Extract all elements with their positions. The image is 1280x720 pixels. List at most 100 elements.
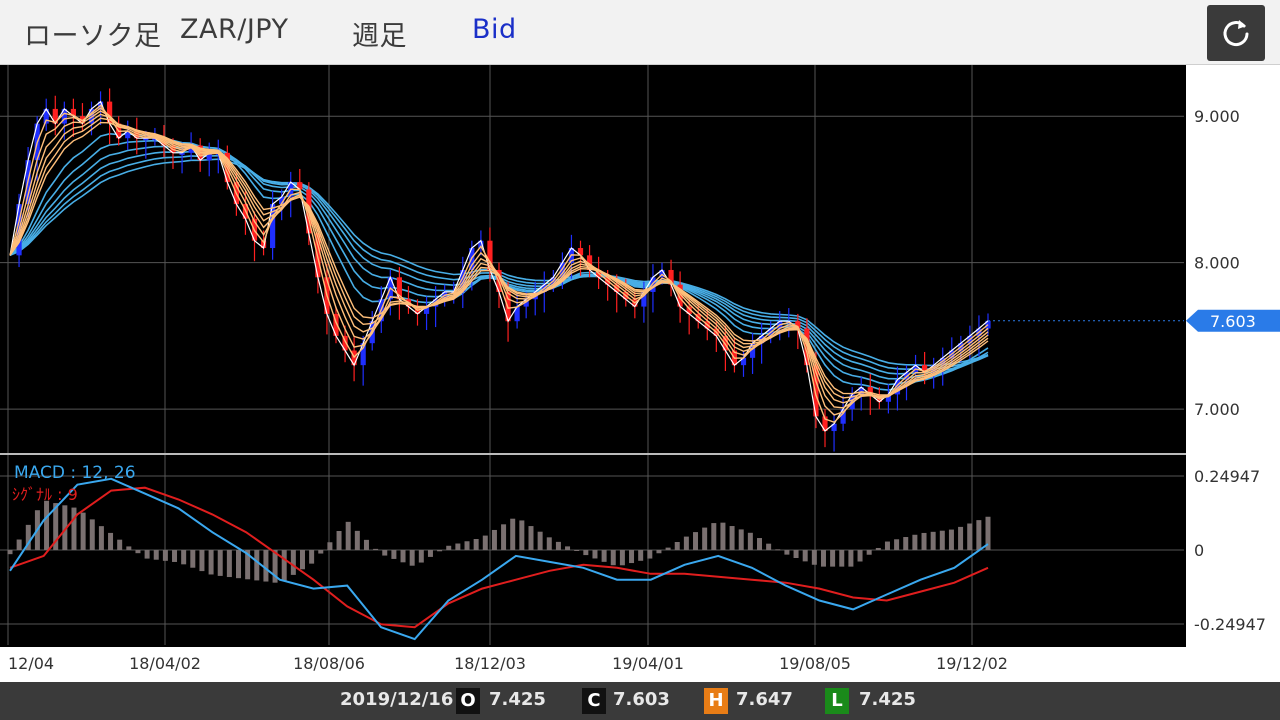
low-badge: L — [825, 688, 849, 714]
macd-tick-label: 0 — [1194, 541, 1204, 560]
macd-histogram-bar — [336, 531, 342, 550]
time-tick-label: 19/04/01 — [612, 654, 684, 673]
macd-histogram-bar — [519, 520, 525, 550]
macd-histogram-bar — [281, 550, 287, 581]
macd-histogram-bar — [693, 532, 699, 550]
macd-histogram-bar — [683, 536, 689, 550]
macd-histogram-bar — [345, 521, 351, 550]
ohlc-date: 2019/12/16 — [340, 689, 454, 710]
macd-histogram-bar — [747, 532, 753, 550]
macd-histogram-bar — [601, 550, 607, 562]
period-selector[interactable]: 週足 — [352, 14, 407, 53]
macd-histogram-bar — [848, 550, 854, 567]
macd-histogram-bar — [208, 550, 214, 575]
macd-histogram-bar — [181, 550, 187, 565]
close-value: 7.603 — [613, 689, 670, 710]
macd-histogram-bar — [820, 550, 826, 567]
macd-histogram-bar — [16, 539, 22, 550]
current-price-tag: 7.603 — [1186, 309, 1280, 332]
macd-histogram-bar — [153, 550, 159, 560]
time-tick-label: 18/12/03 — [454, 654, 526, 673]
macd-histogram-bar — [903, 537, 909, 550]
macd-histogram-bar — [811, 550, 817, 565]
refresh-icon — [1223, 20, 1249, 47]
currency-pair-selector[interactable]: ZAR/JPY — [180, 14, 288, 45]
macd-histogram-bar — [217, 550, 223, 576]
price-tick-label: 8.000 — [1194, 254, 1240, 273]
macd-histogram-bar — [738, 529, 744, 550]
price-tick-label: 7.000 — [1194, 400, 1240, 419]
macd-histogram-bar — [528, 526, 534, 550]
macd-histogram-bar — [455, 543, 461, 550]
macd-histogram-bar — [510, 518, 516, 550]
macd-histogram-bar — [702, 527, 708, 550]
macd-histogram-bar — [629, 550, 635, 564]
macd-histogram-bar — [400, 550, 406, 563]
macd-histogram-bar — [756, 538, 762, 550]
macd-histogram-bar — [482, 535, 488, 550]
chart-type-selector[interactable]: ローソク足 — [24, 14, 162, 53]
macd-histogram-bar — [418, 550, 424, 563]
macd-histogram-bar — [784, 550, 790, 555]
macd-histogram-bar — [939, 530, 945, 550]
macd-histogram-bar — [656, 550, 662, 554]
macd-histogram-bar — [592, 550, 598, 559]
macd-histogram-bar — [638, 550, 644, 561]
refresh-button[interactable] — [1207, 5, 1265, 61]
macd-histogram-bar — [912, 534, 918, 550]
macd-histogram-bar — [665, 547, 671, 550]
macd-histogram-bar — [162, 550, 168, 561]
macd-histogram-bar — [108, 532, 114, 550]
macd-histogram-bar — [382, 550, 388, 556]
macd-histogram-bar — [354, 530, 360, 550]
macd-histogram-bar — [766, 543, 772, 550]
macd-histogram-bar — [555, 541, 561, 550]
macd-histogram-bar — [574, 550, 580, 551]
macd-histogram-bar — [729, 526, 735, 550]
macd-histogram-bar — [299, 550, 305, 570]
macd-tick-label: -0.24947 — [1194, 615, 1266, 634]
macd-histogram-bar — [948, 529, 954, 550]
macd-histogram-bar — [839, 550, 845, 567]
macd-histogram-bar — [199, 550, 205, 572]
time-tick-label: 19/12/02 — [936, 654, 1008, 673]
high-value: 7.647 — [736, 689, 793, 710]
macd-histogram-bar — [884, 541, 890, 550]
macd-histogram-bar — [236, 550, 242, 579]
chart-header: ローソク足 ZAR/JPY 週足 Bid — [0, 0, 1280, 65]
macd-histogram-bar — [290, 550, 296, 575]
macd-histogram-bar — [226, 550, 232, 578]
bid-ask-selector[interactable]: Bid — [472, 14, 517, 45]
signal-legend: ｼｸﾞﾅﾙ : 9 — [12, 485, 78, 504]
macd-histogram-bar — [583, 550, 589, 556]
time-tick-label: 18/04/02 — [129, 654, 201, 673]
chart-area[interactable]: 7.000 8.000 9.000 0.24947 0 -0.24947 12/04 18/0… — [0, 65, 1280, 682]
macd-histogram-bar — [437, 550, 443, 552]
macd-histogram-bar — [373, 548, 379, 550]
macd-histogram-bar — [857, 550, 863, 562]
macd-tick-label: 0.24947 — [1194, 467, 1260, 486]
macd-histogram-bar — [537, 531, 543, 550]
macd-histogram-bar — [830, 550, 836, 567]
macd-histogram-bar — [126, 546, 132, 550]
macd-histogram-bar — [391, 550, 397, 559]
open-badge: O — [456, 688, 480, 714]
macd-histogram-bar — [894, 539, 900, 550]
macd-histogram-bar — [958, 526, 964, 550]
close-badge: C — [582, 688, 606, 714]
macd-histogram-bar — [135, 550, 141, 554]
macd-histogram-bar — [327, 542, 333, 550]
macd-histogram-bar — [647, 550, 653, 559]
macd-histogram-bar — [190, 550, 196, 568]
macd-histogram-bar — [711, 523, 717, 550]
time-tick-label: 18/08/06 — [293, 654, 365, 673]
macd-histogram-bar — [565, 546, 571, 550]
open-value: 7.425 — [489, 689, 546, 710]
macd-histogram-bar — [793, 550, 799, 559]
macd-histogram-bar — [309, 550, 315, 564]
macd-histogram-bar — [921, 532, 927, 550]
macd-histogram-bar — [967, 523, 973, 550]
macd-histogram-bar — [802, 550, 808, 562]
low-value: 7.425 — [859, 689, 916, 710]
macd-histogram-bar — [501, 524, 507, 550]
